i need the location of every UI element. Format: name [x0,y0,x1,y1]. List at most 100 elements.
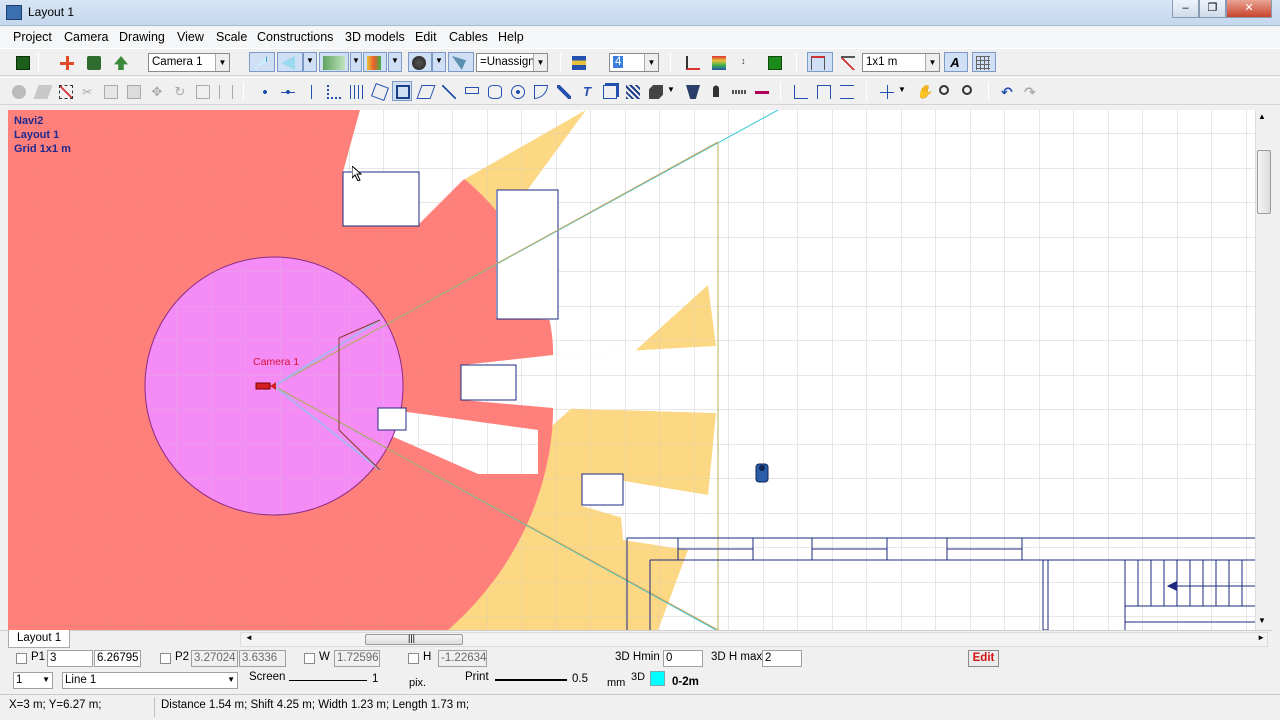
fov-icon[interactable] [448,52,474,72]
layer-select[interactable]: 4 ▼ [609,53,659,72]
vertical-scrollbar[interactable]: ▲ ▼ [1255,110,1272,630]
pan-hand-icon[interactable]: ✋ [912,81,932,101]
grid-icon[interactable] [972,52,996,72]
zoom-out-icon[interactable] [958,81,978,101]
ruler-red-icon[interactable] [751,81,771,101]
menu-cables[interactable]: Cables [449,30,488,44]
w-field[interactable]: 1.72596 [334,650,380,667]
scroll-up-icon[interactable]: ▲ [1258,112,1266,121]
flat-rect-icon[interactable] [461,81,481,101]
menu-scale[interactable]: Scale [216,30,247,44]
import-icon[interactable] [110,52,130,72]
text-tool-icon[interactable]: T [576,81,596,101]
camera-area-dropdown[interactable]: ▼ [350,52,362,72]
person-model[interactable] [755,463,769,483]
eraser-icon[interactable] [32,81,53,101]
tilt-icon[interactable]: ↕ [737,52,757,72]
angle-icon[interactable] [682,52,702,72]
rectangle-icon[interactable] [392,81,412,101]
camera-select[interactable]: Camera 1 ▼ [148,53,230,72]
close-button[interactable]: ✕ [1226,0,1272,18]
dimension-v-icon[interactable] [813,81,833,101]
dimension-icon[interactable] [807,52,833,72]
move-icon[interactable]: ✥ [146,81,166,101]
save-icon[interactable] [12,52,32,72]
p1-x-field[interactable]: 3 [47,650,93,667]
copy-icon[interactable] [100,81,120,101]
paste-icon[interactable] [123,81,143,101]
export-icon[interactable] [83,52,103,72]
3d-color-swatch[interactable] [650,671,665,686]
person-icon[interactable] [705,81,725,101]
scroll-right-icon[interactable]: ► [1257,633,1265,642]
arc-icon[interactable] [530,81,550,101]
crowd-icon[interactable] [682,81,702,101]
h-field[interactable]: -1.22634 [438,650,487,667]
stop-icon[interactable] [8,81,28,101]
menu-camera[interactable]: Camera [64,30,108,44]
select-area-icon[interactable] [55,81,75,101]
wall-icon[interactable] [346,81,366,101]
menu-view[interactable]: View [177,30,204,44]
lens-icon[interactable] [408,52,432,72]
menu-edit[interactable]: Edit [415,30,437,44]
pencil-icon[interactable] [553,81,573,101]
dimension-chain-icon[interactable] [836,81,856,101]
tab-layout-1[interactable]: Layout 1 [8,630,71,648]
hmax-field[interactable]: 2 [762,650,802,667]
camera-zone-icon[interactable] [277,52,303,72]
vertical-line-icon[interactable] [300,81,320,101]
obstacle-rect[interactable] [581,473,624,506]
color-scale-icon[interactable] [708,52,728,72]
vertical-scroll-thumb[interactable] [1257,150,1271,214]
menu-help[interactable]: Help [498,30,524,44]
line-point-icon[interactable] [277,81,297,101]
p1-checkbox[interactable] [16,653,27,664]
hatch-icon[interactable] [622,81,642,101]
dimension-h-icon[interactable] [790,81,810,101]
menu-constructions[interactable]: Constructions [257,30,333,44]
color-zones-dropdown[interactable]: ▼ [388,52,402,72]
cylinder-icon[interactable] [484,81,504,101]
p1-y-field[interactable]: 6.26795 [94,650,141,667]
obstacle-rect[interactable] [377,407,407,431]
camera-zone-dropdown[interactable]: ▼ [303,52,317,72]
floor-plan[interactable] [8,110,1255,630]
scroll-left-icon[interactable]: ◄ [245,633,253,642]
3d-object-dropdown[interactable]: ▼ [665,81,677,101]
p2-x-field[interactable]: 3.27024 [191,650,238,667]
undo-icon[interactable]: ↶ [997,81,1017,101]
horizontal-scroll-thumb[interactable]: ||| [365,633,463,645]
line-number-select[interactable]: 1 ▼ [13,672,53,689]
w-checkbox[interactable] [304,653,315,664]
obstacle-rect[interactable] [496,189,559,320]
lens-dropdown[interactable]: ▼ [432,52,446,72]
crosshair-dropdown[interactable]: ▼ [896,81,908,101]
grid-size-select[interactable]: 1x1 m ▼ [862,53,940,72]
rotate-icon[interactable]: ↻ [169,81,189,101]
grid-green-icon[interactable] [764,52,784,72]
erase-dimension-icon[interactable] [837,52,857,72]
3d-object-icon[interactable] [645,81,665,101]
redo-icon[interactable]: ↷ [1020,81,1040,101]
hmin-field[interactable]: 0 [663,650,703,667]
minimize-button[interactable]: – [1172,0,1199,18]
cut-icon[interactable]: ✂ [78,81,98,101]
edit-button[interactable]: Edit [968,650,999,667]
horizontal-scrollbar[interactable]: ◄ ||| ► [240,632,1268,647]
diagonal-icon[interactable] [438,81,458,101]
cable-icon[interactable] [728,81,748,101]
group-select[interactable]: =Unassigne ▼ [476,53,548,72]
p2-checkbox[interactable] [160,653,171,664]
camera-view-icon[interactable] [249,52,275,72]
h-checkbox[interactable] [408,653,419,664]
drawing-canvas[interactable]: Navi2 Layout 1 Grid 1x1 m Camera 1 [8,110,1255,630]
mirror-icon[interactable] [215,81,235,101]
maximize-button[interactable]: ❐ [1199,0,1226,18]
polyline-icon[interactable] [323,81,343,101]
room-icon[interactable] [369,81,389,101]
line-style-select[interactable]: Line 1 ▼ [62,672,238,689]
p2-y-field[interactable]: 3.6336 [239,650,286,667]
scale-icon[interactable] [192,81,212,101]
scroll-down-icon[interactable]: ▼ [1258,616,1266,625]
